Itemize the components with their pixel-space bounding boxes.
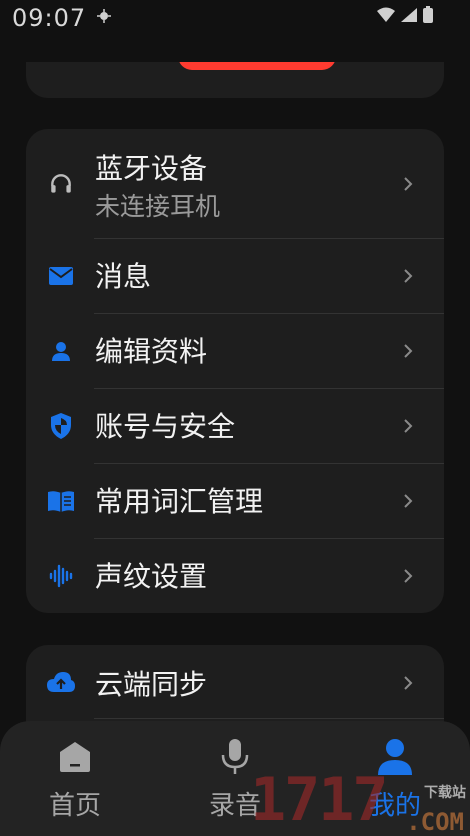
menu-item-title: 编辑资料: [95, 335, 208, 368]
microphone-icon: [215, 737, 255, 777]
nav-label: 我的: [368, 791, 421, 821]
profile-icon: [375, 737, 415, 777]
status-icons: [376, 6, 434, 24]
menu-item-title: 常用词汇管理: [95, 485, 264, 518]
book-icon: [46, 486, 76, 516]
menu-item-title: 账号与安全: [95, 410, 236, 443]
chevron-right-icon: [404, 419, 413, 433]
nav-home[interactable]: 首页: [15, 721, 135, 836]
top-card: [26, 62, 444, 98]
chevron-right-icon: [404, 269, 413, 283]
chevron-right-icon: [404, 676, 413, 690]
cloud-upload-icon: [46, 667, 76, 697]
chevron-right-icon: [404, 344, 413, 358]
menu-item-account-security[interactable]: 账号与安全: [26, 389, 444, 463]
menu-item-subtitle: 未连接耳机: [95, 192, 221, 221]
divider: [94, 718, 444, 719]
person-icon: [46, 336, 76, 366]
nav-mine[interactable]: 我的: [335, 721, 455, 836]
menu-item-edit-profile[interactable]: 编辑资料: [26, 314, 444, 388]
nav-record[interactable]: 录音: [175, 721, 295, 836]
menu-item-title: 云端同步: [95, 668, 208, 701]
menu-item-title: 声纹设置: [95, 560, 208, 593]
menu-item-title: 消息: [95, 260, 152, 293]
menu-item-title: 蓝牙设备: [95, 152, 208, 185]
status-time: 09:07: [12, 4, 87, 32]
chevron-right-icon: [404, 569, 413, 583]
menu-item-bluetooth[interactable]: 蓝牙设备 未连接耳机: [26, 129, 444, 239]
headphones-icon: [46, 169, 76, 199]
voiceprint-icon: [46, 561, 76, 591]
status-bar: 09:07: [0, 0, 470, 36]
shield-icon: [46, 411, 76, 441]
wifi-icon: [377, 7, 395, 22]
menu-item-voiceprint[interactable]: 声纹设置: [26, 539, 444, 613]
battery-icon: [423, 6, 433, 23]
nav-label: 录音: [208, 791, 261, 821]
nav-label: 首页: [48, 791, 101, 821]
chevron-right-icon: [404, 494, 413, 508]
mail-icon: [46, 261, 76, 291]
notification-icon: [96, 8, 112, 28]
settings-card: 蓝牙设备 未连接耳机 消息 编辑资料 账号与安全 常用词汇管理 声纹设置: [26, 129, 444, 613]
bottom-nav: 首页 录音 我的: [0, 721, 470, 836]
home-icon: [55, 737, 95, 777]
logout-button[interactable]: [178, 62, 336, 70]
menu-item-vocabulary[interactable]: 常用词汇管理: [26, 464, 444, 538]
menu-item-messages[interactable]: 消息: [26, 239, 444, 313]
signal-icon: [401, 8, 417, 22]
menu-item-cloud-sync[interactable]: 云端同步: [26, 645, 444, 719]
chevron-right-icon: [404, 177, 413, 191]
